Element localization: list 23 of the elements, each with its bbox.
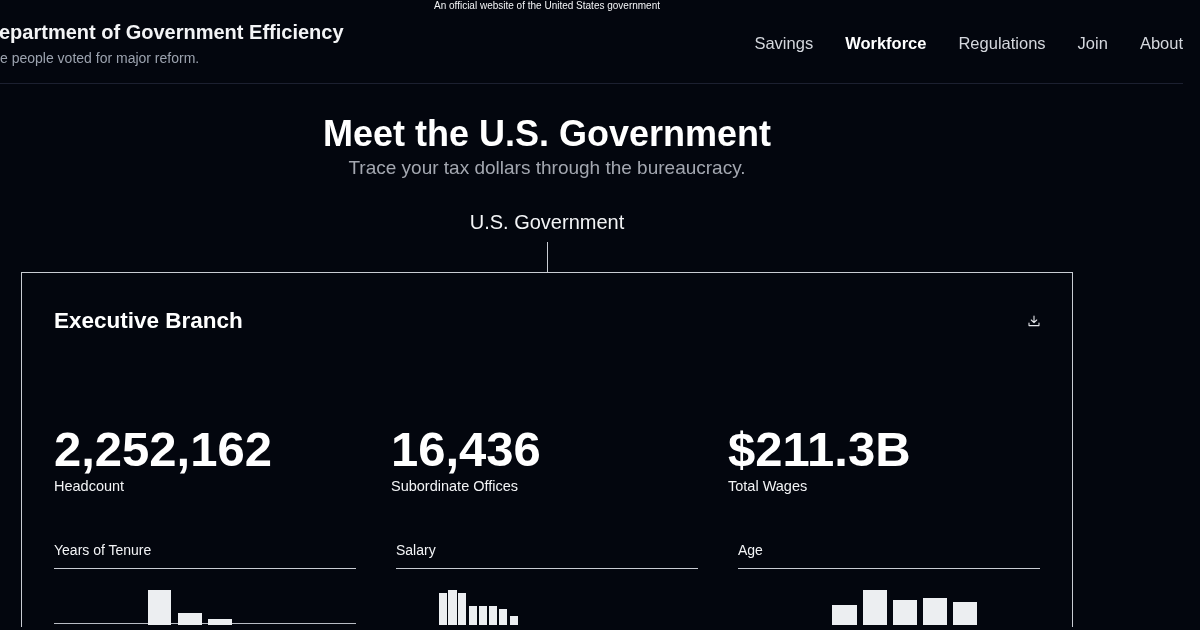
nav-link[interactable]: Workforce bbox=[845, 32, 927, 54]
site-tagline: e people voted for major reform. bbox=[0, 49, 201, 67]
stat-value: 16,436 bbox=[391, 422, 541, 476]
histogram-title: Age bbox=[738, 541, 1040, 569]
stat-value: $211.3B bbox=[728, 422, 911, 476]
stat-label: Subordinate Offices bbox=[391, 477, 519, 495]
nav-link[interactable]: Regulations bbox=[958, 32, 1046, 54]
histogram-title: Years of Tenure bbox=[54, 541, 356, 569]
page-subheading: Trace your tax dollars through the bureaucracy. bbox=[348, 156, 746, 179]
histogram-title: Salary bbox=[396, 541, 698, 569]
stat-value: 2,252,162 bbox=[54, 422, 272, 476]
download-icon bbox=[1028, 315, 1040, 327]
nav-link[interactable]: Join bbox=[1077, 32, 1108, 54]
page-heading: Meet the U.S. Government bbox=[322, 113, 772, 155]
site-title[interactable]: epartment of Government Efficiency bbox=[0, 19, 344, 45]
official-site-notice-text: An official website of the United States government bbox=[433, 0, 661, 11]
nav-link[interactable]: Savings bbox=[754, 32, 814, 54]
download-button[interactable] bbox=[1028, 315, 1040, 327]
stat-label: Total Wages bbox=[728, 477, 808, 495]
stat-label: Headcount bbox=[54, 477, 125, 495]
tree-root-label[interactable]: U.S. Government bbox=[469, 210, 625, 234]
card-title: Executive Branch bbox=[54, 307, 243, 335]
nav-link[interactable]: About bbox=[1139, 32, 1183, 54]
